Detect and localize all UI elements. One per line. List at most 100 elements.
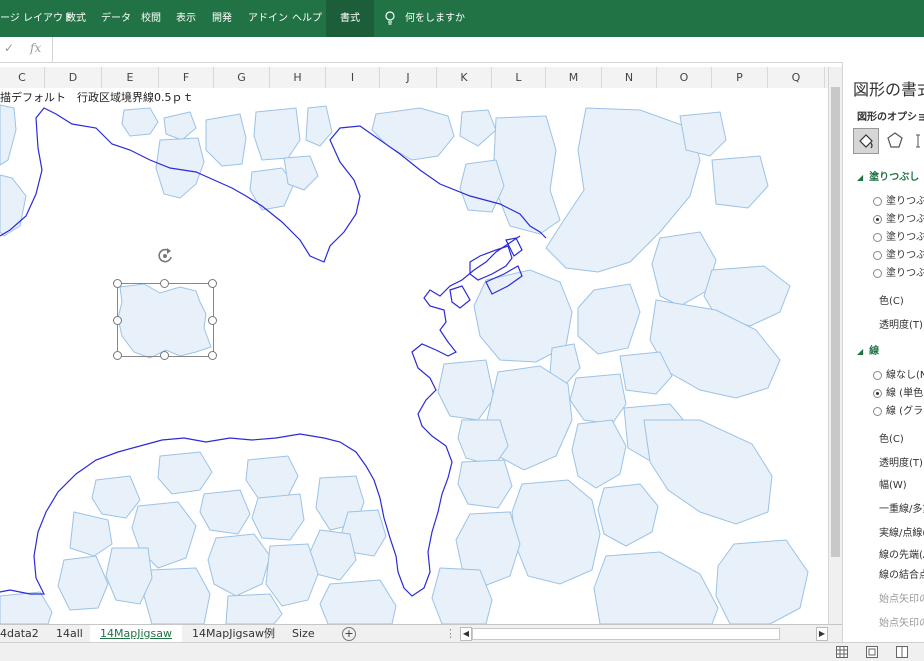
begin-arrow-type-label: 始点矢印の bbox=[879, 594, 924, 605]
line-option[interactable]: 線なし(N) bbox=[873, 366, 924, 381]
tab-view[interactable]: 表示 bbox=[176, 0, 196, 37]
scroll-thumb[interactable] bbox=[831, 87, 840, 557]
status-bar bbox=[0, 642, 924, 661]
ribbon: ージ レイアウト 数式 データ 校閲 表示 開発 アドイン ヘルプ 書式 何をし… bbox=[0, 0, 924, 37]
map-piece bbox=[121, 107, 159, 137]
selection-frame[interactable] bbox=[117, 283, 214, 357]
tell-me-search[interactable]: 何をしますか bbox=[405, 0, 465, 37]
map-piece bbox=[205, 113, 247, 167]
resize-handle[interactable] bbox=[160, 279, 169, 288]
resize-handle[interactable] bbox=[113, 316, 122, 325]
map-piece bbox=[577, 283, 641, 355]
resize-handle[interactable] bbox=[208, 351, 217, 360]
scroll-right-icon[interactable]: ▶ bbox=[816, 627, 828, 641]
line-color-label[interactable]: 色(C) bbox=[879, 430, 904, 445]
pier-outline bbox=[469, 245, 513, 281]
function-icon[interactable]: fx bbox=[30, 41, 41, 55]
rotate-handle-icon[interactable] bbox=[156, 247, 174, 265]
sheet-tab[interactable]: Size bbox=[292, 625, 315, 642]
resize-handle[interactable] bbox=[160, 351, 169, 360]
horizontal-scrollbar[interactable] bbox=[472, 628, 780, 640]
fill-option[interactable]: 塗りつぶしな bbox=[873, 192, 924, 207]
tab-help[interactable]: ヘルプ bbox=[292, 0, 322, 37]
map-piece bbox=[251, 493, 305, 541]
sheet-tab[interactable]: 14all bbox=[56, 625, 83, 642]
tab-review[interactable]: 校閲 bbox=[141, 0, 161, 37]
fill-option[interactable]: 塗りつぶし bbox=[873, 228, 924, 243]
sheet-tab[interactable]: 4data2 bbox=[0, 625, 39, 642]
map-piece bbox=[207, 533, 271, 597]
line-option-selected[interactable]: 線 (単色) bbox=[873, 384, 924, 399]
cap-type-label[interactable]: 線の先端(A bbox=[879, 546, 924, 561]
column-header[interactable]: C bbox=[0, 67, 45, 88]
map-piece bbox=[715, 539, 809, 624]
worksheet-grid[interactable]: 描デフォルト 行政区域境界線0.5ｐｔ bbox=[0, 88, 828, 624]
formula-buttons: ✓ fx bbox=[0, 37, 53, 62]
map-piece bbox=[0, 591, 53, 624]
column-header[interactable]: Q bbox=[768, 67, 825, 88]
map-piece bbox=[457, 419, 509, 467]
column-header[interactable]: I bbox=[326, 67, 380, 88]
check-icon[interactable]: ✓ bbox=[4, 41, 14, 55]
fill-option[interactable]: 塗りつぶし bbox=[873, 264, 924, 279]
map-piece bbox=[283, 155, 319, 191]
line-section-header[interactable]: ◢ 線 bbox=[857, 342, 879, 357]
column-header[interactable]: H bbox=[270, 67, 326, 88]
line-transparency-label[interactable]: 透明度(T) bbox=[879, 454, 923, 469]
resize-handle[interactable] bbox=[113, 351, 122, 360]
resize-handle[interactable] bbox=[208, 316, 217, 325]
page-break-view-icon[interactable] bbox=[896, 646, 908, 658]
map-piece bbox=[143, 567, 211, 624]
tab-format[interactable]: 書式 bbox=[326, 0, 374, 37]
tab-data[interactable]: データ bbox=[101, 0, 131, 37]
column-header[interactable]: P bbox=[712, 67, 768, 88]
shape-options-tab[interactable]: 図形のオプション bbox=[857, 108, 924, 123]
tab-developer[interactable]: 開発 bbox=[212, 0, 232, 37]
tab-formulas[interactable]: 数式 bbox=[66, 0, 86, 37]
scroll-left-icon[interactable]: ◀ bbox=[460, 627, 472, 641]
column-header[interactable]: E bbox=[102, 67, 159, 88]
page-layout-view-icon[interactable] bbox=[866, 646, 878, 658]
resize-handle[interactable] bbox=[113, 279, 122, 288]
sheet-tab[interactable]: 14MapJigsaw例 bbox=[192, 625, 275, 642]
map-piece bbox=[163, 111, 197, 141]
compound-type-label[interactable]: 一重線/多重 bbox=[879, 500, 924, 515]
join-type-label[interactable]: 線の結合点 bbox=[879, 566, 924, 581]
fill-section-header[interactable]: ◢ 塗りつぶし bbox=[857, 168, 919, 183]
effects-pentagon-icon[interactable] bbox=[887, 132, 903, 148]
column-header[interactable]: L bbox=[492, 67, 546, 88]
fill-color-label[interactable]: 色(C) bbox=[879, 292, 904, 307]
line-width-label[interactable]: 幅(W) bbox=[879, 476, 907, 491]
dash-type-label[interactable]: 実線/点線( bbox=[879, 524, 924, 539]
tab-addins[interactable]: アドイン bbox=[248, 0, 288, 37]
map-piece bbox=[571, 419, 627, 489]
column-header[interactable]: D bbox=[45, 67, 102, 88]
normal-view-icon[interactable] bbox=[836, 646, 848, 658]
map-piece bbox=[157, 451, 213, 495]
column-header[interactable]: K bbox=[437, 67, 492, 88]
fill-option[interactable]: 塗りつぶし bbox=[873, 246, 924, 261]
column-header[interactable]: O bbox=[657, 67, 712, 88]
tab-split-icon[interactable]: ⋮ bbox=[445, 625, 456, 642]
lightbulb-icon bbox=[384, 0, 396, 37]
formula-input[interactable] bbox=[54, 37, 924, 62]
fill-line-icon[interactable] bbox=[853, 128, 879, 154]
formula-bar: ✓ fx bbox=[0, 37, 924, 63]
column-header[interactable]: F bbox=[159, 67, 214, 88]
column-header[interactable]: J bbox=[380, 67, 437, 88]
vertical-scrollbar[interactable] bbox=[828, 67, 843, 624]
column-header[interactable]: M bbox=[546, 67, 602, 88]
fill-option-selected[interactable]: 塗りつぶし bbox=[873, 210, 924, 225]
add-sheet-icon[interactable]: + bbox=[342, 627, 356, 641]
map-piece bbox=[493, 115, 561, 235]
map-piece bbox=[569, 373, 627, 425]
column-header[interactable]: G bbox=[214, 67, 270, 88]
size-properties-icon[interactable] bbox=[915, 134, 924, 148]
fill-transparency-label[interactable]: 透明度(T) bbox=[879, 316, 923, 331]
line-option[interactable]: 線 (グラデ bbox=[873, 402, 924, 417]
column-header[interactable]: N bbox=[602, 67, 657, 88]
map-piece bbox=[253, 107, 301, 161]
tab-page-layout[interactable]: ージ レイアウト bbox=[0, 0, 73, 37]
map-piece bbox=[199, 489, 251, 535]
resize-handle[interactable] bbox=[208, 279, 217, 288]
